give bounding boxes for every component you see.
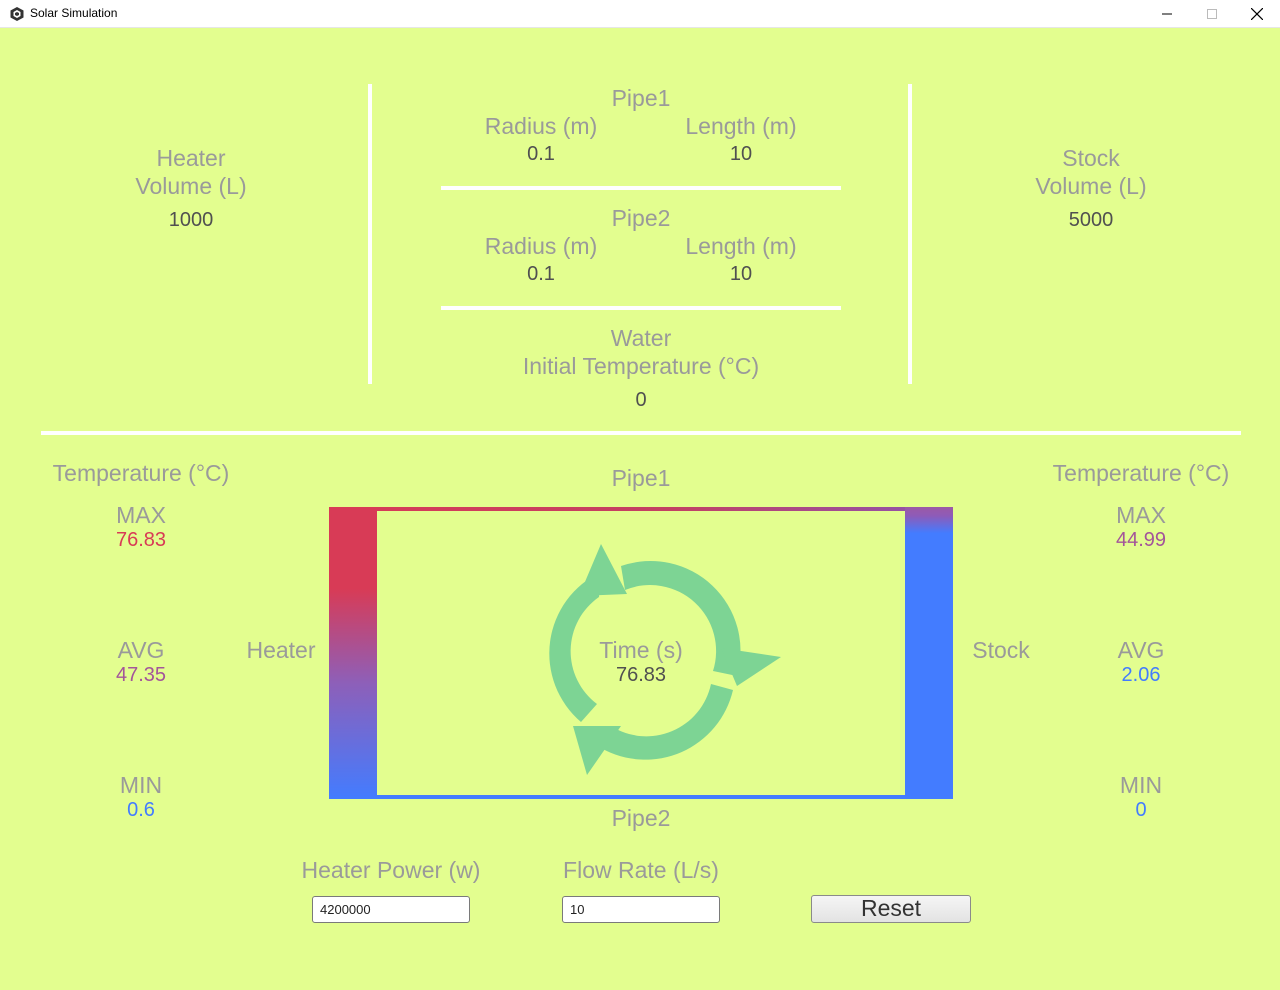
- stock-avg-value: 2.06: [1121, 664, 1161, 686]
- stock-max-value: 44.99: [1115, 529, 1167, 551]
- pipe1-bar: [329, 507, 953, 511]
- heater-power-label: Heater Power (w): [301, 857, 481, 883]
- heater-volume-label-line2: Volume (L): [135, 173, 247, 199]
- heater-max-label: MAX: [116, 502, 166, 528]
- heater-avg-value: 47.35: [115, 664, 167, 686]
- stock-min-value: 0: [1135, 799, 1147, 821]
- stock-column: [905, 507, 953, 799]
- minimize-button[interactable]: [1144, 0, 1190, 28]
- pipe1-length-label: Length (m): [685, 113, 797, 139]
- heater-volume-value[interactable]: 1000: [91, 208, 291, 232]
- pipe1-radius-label: Radius (m): [484, 113, 598, 139]
- water-label-line1: Water: [610, 325, 672, 351]
- reset-button[interactable]: Reset: [811, 895, 971, 923]
- water-label-line2: Initial Temperature (°C): [522, 353, 760, 379]
- pipe2-bar: [329, 795, 953, 799]
- stock-min-label: MIN: [1119, 772, 1163, 798]
- stock-volume-value[interactable]: 5000: [991, 208, 1191, 232]
- unity-app-icon: [10, 7, 24, 21]
- close-button[interactable]: [1234, 0, 1280, 28]
- pipe2-radius-value[interactable]: 0.1: [441, 262, 641, 286]
- close-icon: [1251, 8, 1263, 20]
- pipe1-config-title: Pipe1: [611, 85, 671, 111]
- section-divider: [41, 431, 1241, 435]
- pipe1-length-value[interactable]: 10: [641, 142, 841, 166]
- title-bar: Solar Simulation: [0, 0, 1280, 28]
- heater-max-value: 76.83: [115, 529, 167, 551]
- left-vertical-divider: [368, 84, 372, 384]
- water-initial-temp-value[interactable]: 0: [541, 388, 741, 412]
- maximize-button[interactable]: [1189, 0, 1235, 28]
- pipe1-radius-value[interactable]: 0.1: [441, 142, 641, 166]
- window-title: Solar Simulation: [30, 6, 118, 20]
- stock-volume-label-line1: Stock: [1062, 145, 1120, 171]
- heater-min-value: 0.6: [127, 799, 155, 821]
- heater-temperature-title: Temperature (°C): [52, 460, 230, 486]
- right-vertical-divider: [908, 84, 912, 384]
- time-value: 76.83: [615, 664, 667, 686]
- stock-temperature-title: Temperature (°C): [1052, 460, 1230, 486]
- pipe1-diagram-label: Pipe1: [611, 465, 671, 491]
- time-label: Time (s): [599, 637, 683, 663]
- stock-volume-label-line2: Volume (L): [1035, 173, 1147, 199]
- heater-min-label: MIN: [119, 772, 163, 798]
- maximize-icon: [1207, 9, 1217, 19]
- pipe2-radius-label: Radius (m): [484, 233, 598, 259]
- stock-max-label: MAX: [1116, 502, 1166, 528]
- pipe2-divider: [441, 306, 841, 310]
- pipe2-length-value[interactable]: 10: [641, 262, 841, 286]
- minimize-icon: [1162, 13, 1172, 15]
- pipe2-config-title: Pipe2: [611, 205, 671, 231]
- heater-column: [329, 507, 377, 799]
- flow-rate-label: Flow Rate (L/s): [563, 857, 719, 883]
- pipe2-length-label: Length (m): [685, 233, 797, 259]
- pipe2-diagram-label: Pipe2: [611, 805, 671, 831]
- heater-power-input[interactable]: [312, 896, 470, 923]
- pipe1-divider: [441, 186, 841, 190]
- heater-volume-label-line1: Heater: [156, 145, 226, 171]
- flow-rate-input[interactable]: [562, 896, 720, 923]
